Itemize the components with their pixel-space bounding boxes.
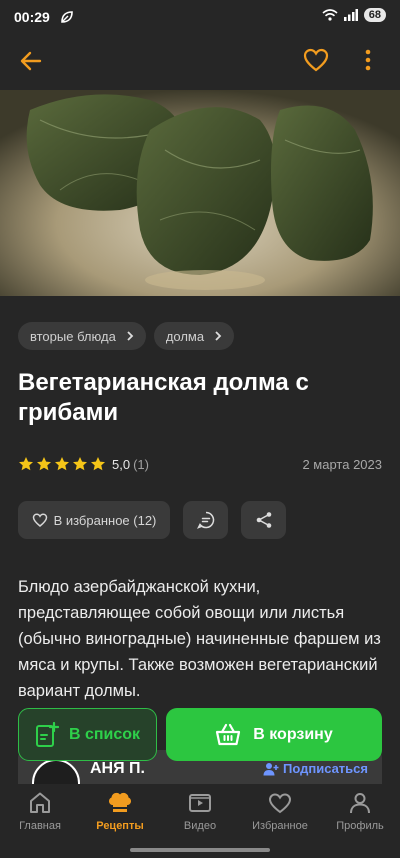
add-person-icon [263, 762, 279, 775]
favorite-heart-icon[interactable] [302, 46, 330, 74]
nav-item-recipes[interactable]: Рецепты [80, 784, 160, 858]
heart-outline-icon [32, 513, 47, 527]
nav-label: Профиль [336, 820, 384, 832]
share-icon [256, 512, 271, 528]
nav-label: Избранное [252, 820, 308, 832]
tag-chip[interactable]: долма [153, 322, 235, 350]
add-to-list-icon [35, 721, 59, 747]
home-icon [30, 792, 50, 813]
status-icons: 68 [322, 8, 386, 22]
video-icon [189, 794, 211, 812]
tag-label: вторые блюда [30, 328, 116, 344]
comments-button[interactable] [183, 501, 228, 539]
author-name: АНЯ П. [90, 760, 145, 777]
rating-value: 5,0 [112, 456, 131, 472]
star-icon [91, 457, 105, 471]
tag-label: долма [165, 328, 205, 344]
heart-icon [268, 793, 292, 814]
favorites-label: В избранное (12) [53, 512, 157, 528]
author-avatar[interactable] [32, 759, 80, 784]
top-app-bar [0, 34, 400, 90]
status-time: 00:29 [14, 9, 50, 25]
publish-date: 2 марта 2023 [302, 457, 382, 472]
nav-item-home[interactable]: Главная [0, 784, 80, 858]
recipe-title: Вегетарианская долма с грибами [18, 369, 309, 426]
bottom-navigation: Главная Рецепты Видео Избранное Профиль [0, 784, 400, 858]
status-bar: 00:29 68 [0, 0, 400, 34]
add-to-cart-label: В корзину [253, 725, 333, 743]
star-icon [55, 457, 69, 471]
profile-icon [350, 793, 370, 814]
subscribe-button[interactable]: Подписаться [263, 761, 368, 776]
rating-count: (1) [133, 456, 149, 472]
add-to-list-button[interactable]: В список [18, 708, 157, 761]
recipe-photo [0, 90, 400, 296]
nav-label: Рецепты [96, 820, 144, 832]
wifi-icon [322, 9, 338, 21]
home-indicator [130, 848, 270, 852]
add-to-favorites-button[interactable]: В избранное (12) [18, 501, 170, 539]
star-icon [37, 457, 51, 471]
chevron-right-icon [127, 331, 134, 341]
chef-hat-icon [108, 792, 132, 812]
add-to-cart-button[interactable]: В корзину [166, 708, 382, 761]
recipe-actions: В избранное (12) [18, 501, 286, 539]
star-icon [73, 457, 87, 471]
rating-stars [18, 456, 108, 472]
signal-icon [343, 9, 358, 21]
tag-chip[interactable]: вторые блюда [18, 322, 146, 350]
dolma-photo-illustration [0, 90, 400, 296]
nav-item-video[interactable]: Видео [160, 784, 240, 858]
basket-icon [216, 723, 241, 745]
recipe-description: Блюдо азербайджанской кухни, представляю… [18, 578, 381, 700]
rating-row[interactable]: 5,0 (1) [18, 456, 149, 472]
more-vertical-icon[interactable] [360, 46, 376, 74]
nav-label: Главная [19, 820, 61, 832]
comment-icon [196, 511, 214, 529]
leaf-icon [61, 11, 73, 23]
battery-indicator: 68 [363, 8, 386, 22]
nav-item-favorites[interactable]: Избранное [240, 784, 320, 858]
nav-label: Видео [183, 820, 217, 832]
star-icon [19, 457, 33, 471]
back-arrow-icon[interactable] [18, 48, 44, 74]
subscribe-label: Подписаться [282, 761, 368, 776]
add-to-list-label: В список [68, 725, 141, 743]
recipe-tags: вторые блюда долма [18, 322, 235, 350]
nav-item-profile[interactable]: Профиль [320, 784, 400, 858]
share-button[interactable] [241, 501, 286, 539]
chevron-right-icon [215, 331, 222, 341]
